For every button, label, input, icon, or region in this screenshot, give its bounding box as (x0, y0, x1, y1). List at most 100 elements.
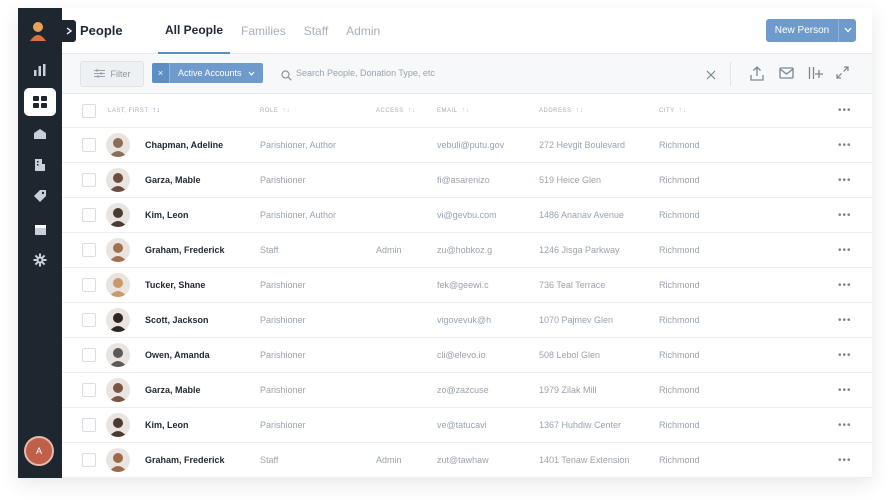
tab-admin[interactable]: Admin (339, 8, 387, 54)
new-person-button[interactable]: New Person (766, 19, 856, 42)
avatar[interactable] (106, 413, 130, 437)
avatar[interactable] (106, 168, 130, 192)
new-person-label: New Person (774, 25, 830, 36)
filter-button[interactable]: Filter (80, 61, 144, 87)
person-name[interactable]: Garza, Mable (145, 163, 201, 197)
table-row[interactable]: Kim, Leon Parishioner, Author vi@gevbu.com… (62, 198, 872, 233)
email-cell: fek@geewi.c (437, 280, 489, 290)
avatar[interactable] (106, 238, 130, 262)
table-row[interactable]: Tucker, Shane Parishioner fek@geewi.c 736 T… (62, 268, 872, 303)
export-upload-icon[interactable] (750, 66, 764, 86)
avatar[interactable] (106, 378, 130, 402)
table-row[interactable]: Scott, Jackson Parishioner vigovevuk@h 1070… (62, 303, 872, 338)
row-menu-button[interactable]: ••• (838, 443, 852, 477)
column-header-address[interactable]: Address ↑↓ (539, 94, 584, 127)
city-cell: Richmond (659, 245, 700, 255)
sidebar-item-buildings[interactable] (24, 151, 56, 179)
email-cell: zo@zazcuse (437, 385, 489, 395)
tab-all-people[interactable]: All People (158, 8, 231, 54)
column-header-name[interactable]: Last, First ↑↓ (108, 94, 161, 127)
person-name[interactable]: Graham, Frederick (145, 233, 225, 267)
user-avatar[interactable]: A (24, 436, 54, 466)
tab-families[interactable]: Families (234, 8, 293, 54)
person-name[interactable]: Owen, Amanda (145, 338, 210, 372)
city-cell: Richmond (659, 385, 700, 395)
row-checkbox[interactable] (82, 313, 96, 327)
row-menu-button[interactable]: ••• (838, 303, 852, 337)
sidebar-item-tags[interactable] (24, 182, 56, 210)
person-name[interactable]: Chapman, Adeline (145, 128, 223, 162)
person-name[interactable]: Kim, Leon (145, 198, 189, 232)
table-row[interactable]: Kim, Leon Parishioner ve@tatucavi 1367 Huhd… (62, 408, 872, 443)
column-header-city[interactable]: City ↑↓ (659, 94, 687, 127)
row-checkbox[interactable] (82, 243, 96, 257)
table-row[interactable]: Graham, Frederick Staff Admin zu@hobkoz.g 12… (62, 233, 872, 268)
row-menu-button[interactable]: ••• (838, 338, 852, 372)
role-cell: Parishioner (260, 280, 306, 290)
row-checkbox[interactable] (82, 173, 96, 187)
avatar[interactable] (106, 203, 130, 227)
table-row[interactable]: Graham, Frederick Staff Admin zut@tawhaw 140… (62, 443, 872, 478)
sidebar: A (18, 8, 62, 478)
row-menu-button[interactable]: ••• (838, 408, 852, 442)
avatar[interactable] (106, 133, 130, 157)
row-checkbox[interactable] (82, 208, 96, 222)
logo-person-icon[interactable] (28, 20, 48, 42)
add-column-icon[interactable] (808, 66, 823, 85)
row-checkbox[interactable] (82, 453, 96, 467)
expand-icon[interactable] (836, 66, 849, 84)
sidebar-item-dashboard[interactable] (24, 56, 56, 84)
sidebar-item-inbox[interactable] (24, 120, 56, 148)
row-menu-button[interactable]: ••• (838, 198, 852, 232)
row-menu-button[interactable]: ••• (838, 128, 852, 162)
person-name[interactable]: Scott, Jackson (145, 303, 209, 337)
address-cell: 519 Heice Glen (539, 175, 602, 185)
column-header-role[interactable]: Role ↑↓ (260, 94, 290, 127)
chip-value[interactable]: Active Accounts (170, 63, 263, 83)
sort-arrows-icon: ↑↓ (678, 107, 687, 114)
active-filter-chip[interactable]: × Active Accounts (152, 63, 263, 83)
new-person-dropdown[interactable] (838, 19, 856, 42)
filter-sliders-icon (93, 68, 105, 80)
column-header-email[interactable]: Email ↑↓ (437, 94, 470, 127)
table-row[interactable]: Chapman, Adeline Parishioner, Author vebul… (62, 128, 872, 163)
person-name[interactable]: Graham, Frederick (145, 443, 225, 477)
avatar[interactable] (106, 273, 130, 297)
address-cell: 272 Hevgit Boulevard (539, 140, 626, 150)
chevron-down-icon (844, 25, 852, 36)
table-row[interactable]: Garza, Mable Parishioner fi@asarenizo 519 H… (62, 163, 872, 198)
person-name[interactable]: Kim, Leon (145, 408, 189, 442)
row-checkbox[interactable] (82, 348, 96, 362)
select-all-checkbox[interactable] (82, 104, 96, 118)
sidebar-item-settings[interactable] (24, 246, 56, 274)
avatar[interactable] (106, 308, 130, 332)
table-row[interactable]: Owen, Amanda Parishioner cli@elevo.io 508 L… (62, 338, 872, 373)
column-options-menu[interactable]: ••• (838, 94, 852, 127)
sidebar-item-calendar[interactable] (24, 215, 56, 243)
search-input[interactable] (296, 64, 696, 82)
chip-remove-button[interactable]: × (152, 63, 170, 83)
column-header-access[interactable]: Access ↑↓ (376, 94, 416, 127)
row-checkbox[interactable] (82, 138, 96, 152)
row-menu-button[interactable]: ••• (838, 163, 852, 197)
person-name[interactable]: Garza, Mable (145, 373, 201, 407)
tab-staff[interactable]: Staff (297, 8, 335, 54)
avatar[interactable] (106, 343, 130, 367)
row-menu-button[interactable]: ••• (838, 373, 852, 407)
table-row[interactable]: Garza, Mable Parishioner zo@zazcuse 1979 Zi… (62, 373, 872, 408)
clear-search-icon[interactable] (706, 67, 716, 85)
sidebar-item-people[interactable] (24, 88, 56, 116)
city-cell: Richmond (659, 455, 700, 465)
row-menu-button[interactable]: ••• (838, 233, 852, 267)
row-checkbox[interactable] (82, 383, 96, 397)
row-menu-button[interactable]: ••• (838, 268, 852, 302)
row-checkbox[interactable] (82, 418, 96, 432)
tag-icon (33, 189, 47, 203)
email-icon[interactable] (779, 66, 794, 84)
search-icon (281, 68, 292, 86)
person-name[interactable]: Tucker, Shane (145, 268, 205, 302)
filter-label: Filter (110, 69, 131, 79)
avatar[interactable] (106, 448, 130, 472)
row-checkbox[interactable] (82, 278, 96, 292)
role-cell: Parishioner, Author (260, 210, 337, 220)
